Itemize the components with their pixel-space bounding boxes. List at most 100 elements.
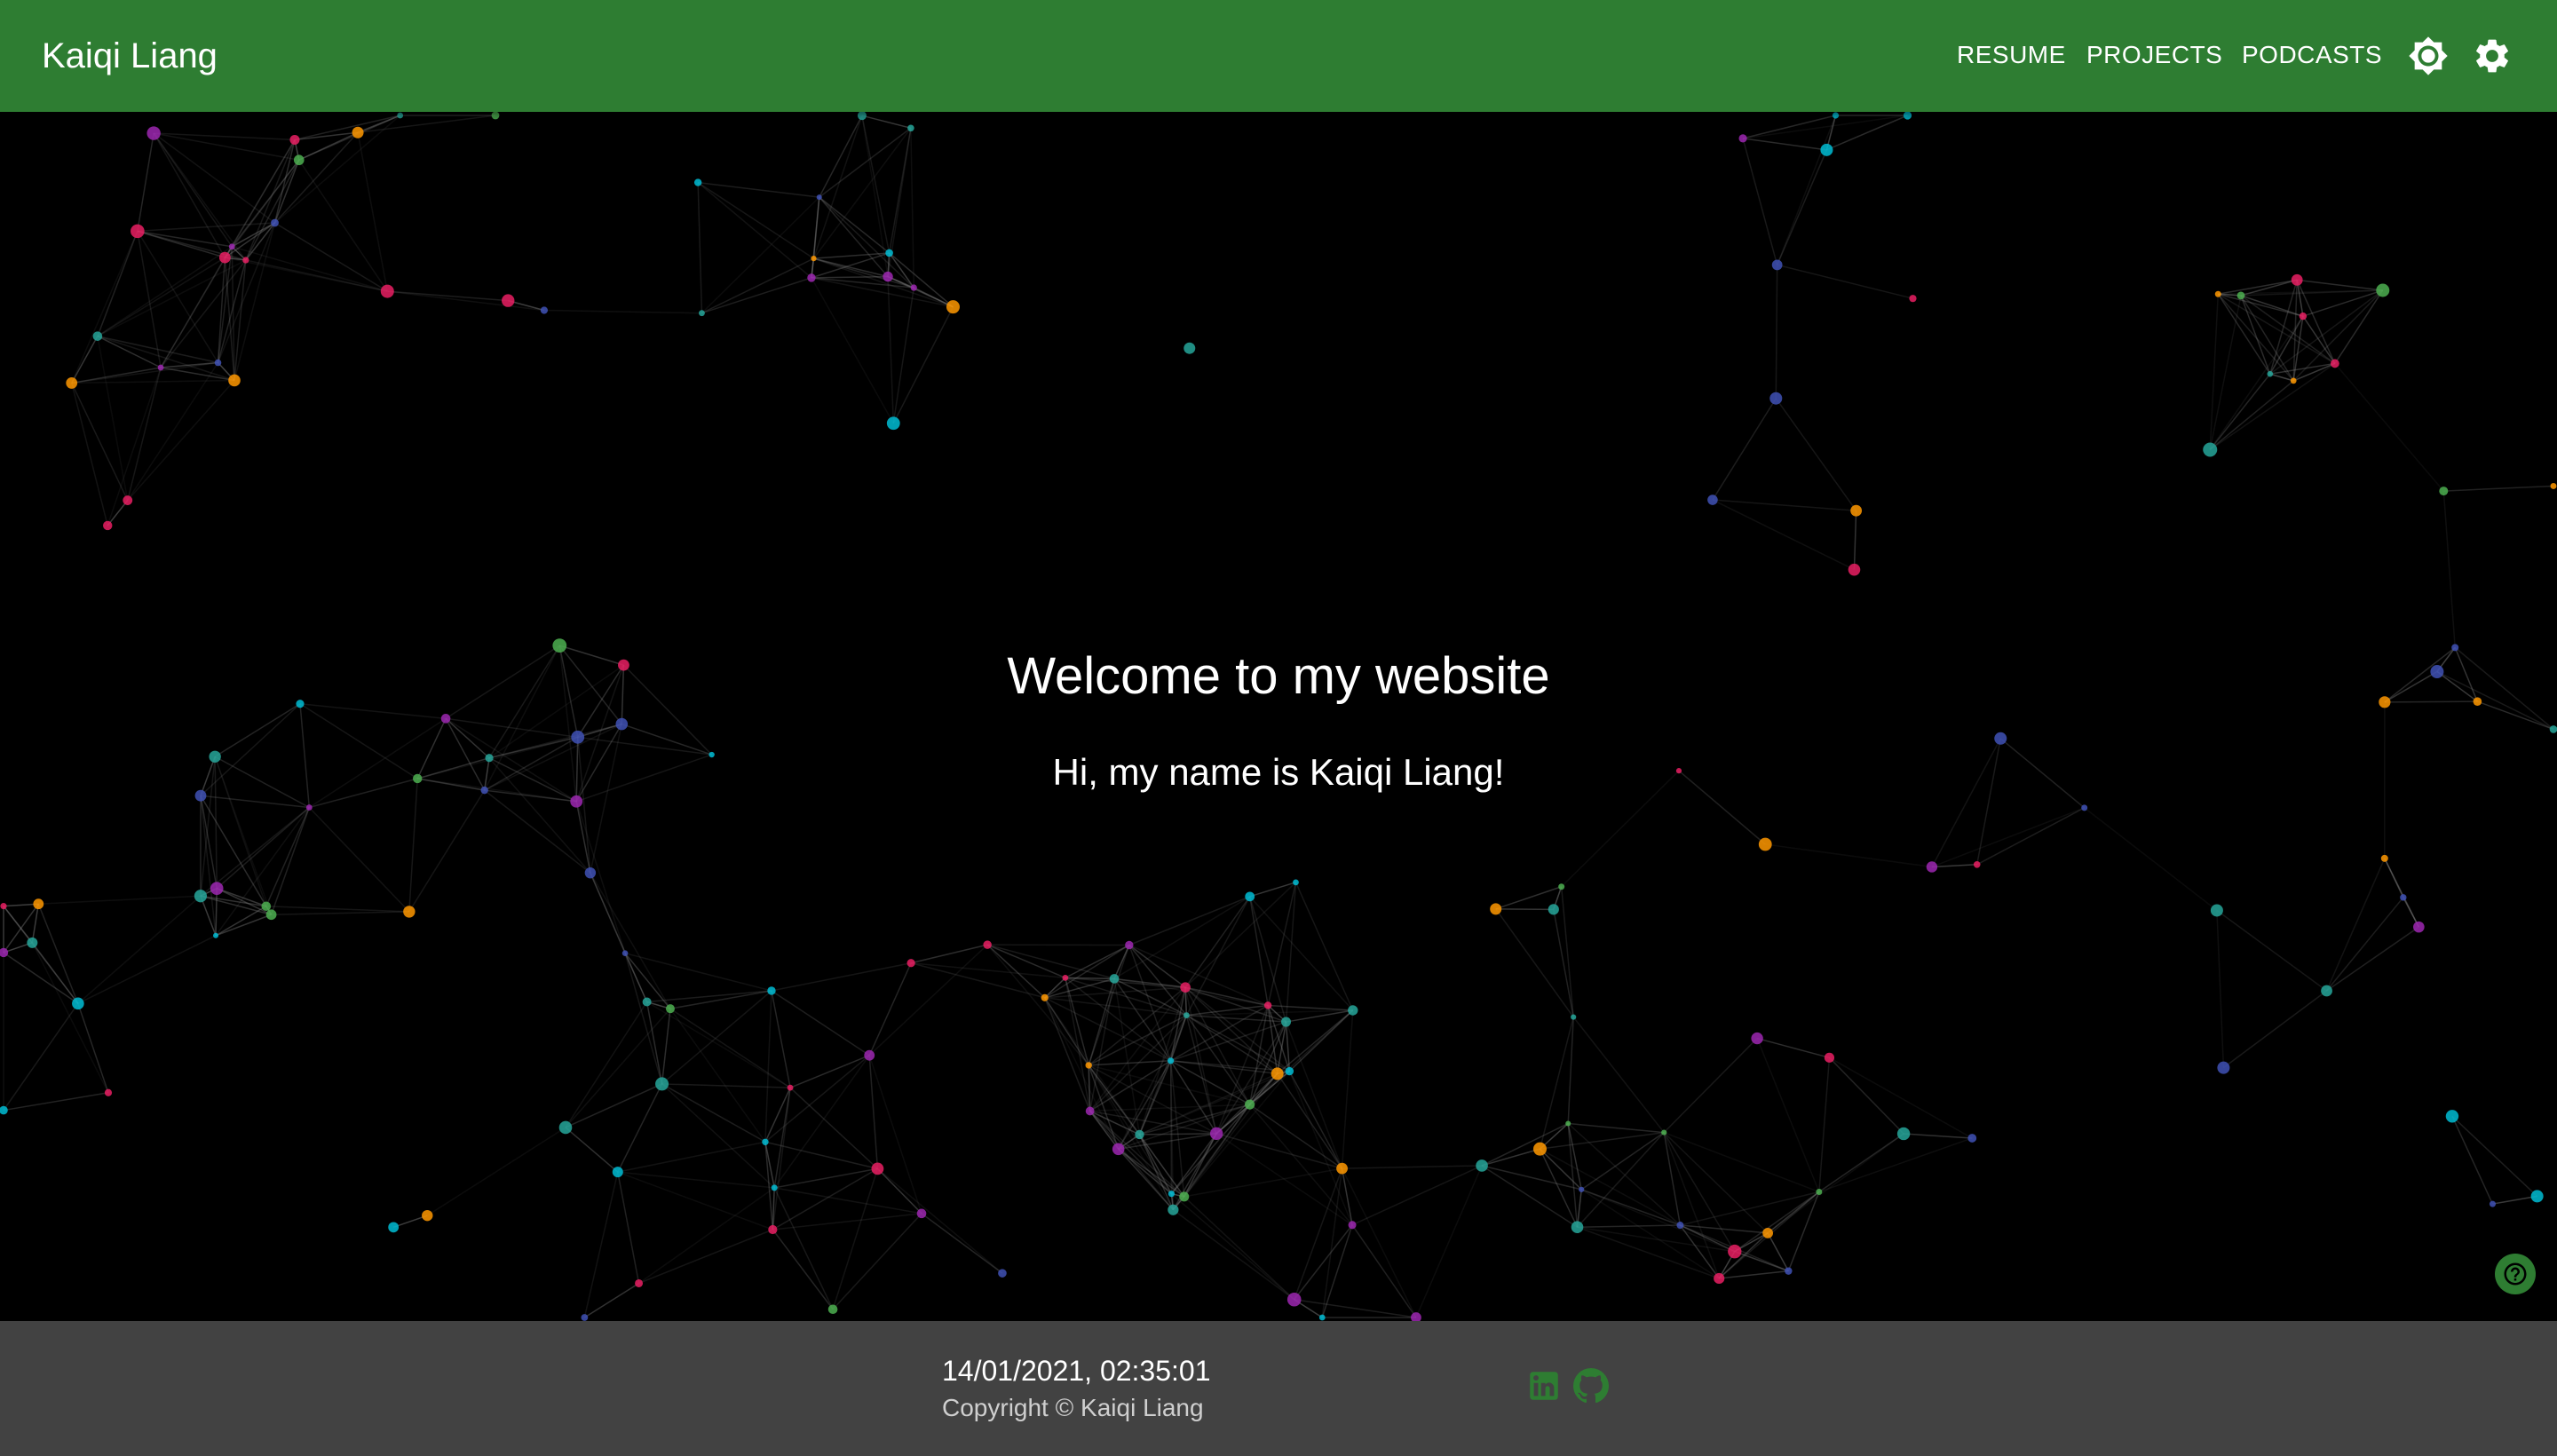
particle-node xyxy=(571,730,585,744)
nav-resume[interactable]: RESUME xyxy=(1957,36,2066,75)
particle-link xyxy=(1294,882,1354,1011)
particle-link xyxy=(1169,1060,1217,1135)
particle-link xyxy=(97,231,139,336)
particle-link xyxy=(624,953,663,1085)
particle-link xyxy=(1577,1226,1735,1253)
particle-link xyxy=(1576,1132,1665,1228)
particle-node xyxy=(642,997,652,1007)
particle-node xyxy=(1661,1129,1667,1136)
particle-node xyxy=(2214,290,2221,297)
particle-link xyxy=(1415,1165,1483,1318)
theme-toggle-button[interactable] xyxy=(2403,31,2453,81)
particle-node xyxy=(214,359,222,367)
particle-link xyxy=(617,1141,766,1173)
particle-node xyxy=(540,306,549,314)
particle-link xyxy=(1321,1224,1353,1318)
particle-node xyxy=(1771,259,1783,271)
particle-node xyxy=(1769,392,1783,405)
github-link[interactable] xyxy=(1569,1364,1613,1408)
particle-node xyxy=(2530,1190,2544,1203)
particle-link xyxy=(861,115,891,254)
particle-node xyxy=(581,1314,589,1321)
particle-node xyxy=(762,1138,769,1145)
particle-node xyxy=(787,1084,794,1091)
particle-node xyxy=(2330,359,2339,368)
particle-link xyxy=(215,888,218,936)
particle-link xyxy=(669,990,772,1009)
particle-node xyxy=(2203,442,2218,457)
particle-link xyxy=(1065,977,1115,980)
particle-node xyxy=(1135,1129,1144,1140)
linkedin-link[interactable] xyxy=(1522,1364,1566,1408)
particle-node xyxy=(242,257,249,264)
particle-link xyxy=(986,944,1089,1066)
particle-link xyxy=(37,903,79,1004)
particle-node xyxy=(1896,1127,1911,1141)
particle-link xyxy=(3,906,33,944)
particle-node xyxy=(1909,295,1917,303)
particle-link xyxy=(3,1002,79,1111)
particle-node xyxy=(1085,1062,1092,1069)
particle-link xyxy=(1138,1134,1185,1198)
particle-link xyxy=(2492,1195,2537,1205)
particle-link xyxy=(1712,499,1856,511)
nav-podcasts[interactable]: PODCASTS xyxy=(2242,36,2382,75)
particle-link xyxy=(2297,279,2383,291)
particle-link xyxy=(31,904,40,943)
help-button[interactable] xyxy=(2495,1254,2536,1294)
particle-node xyxy=(228,374,241,387)
particle-node xyxy=(2400,894,2407,901)
particle-link xyxy=(1553,909,1574,1017)
particle-node xyxy=(293,154,305,166)
particle-node xyxy=(1532,1142,1547,1156)
particle-link xyxy=(1248,1021,1287,1105)
site-title[interactable]: Kaiqi Liang xyxy=(42,34,218,78)
particle-link xyxy=(701,257,814,314)
particle-node xyxy=(210,882,224,895)
particle-link xyxy=(273,159,300,224)
particle-link xyxy=(868,1055,879,1169)
particle-node xyxy=(1293,879,1299,886)
particle-link xyxy=(638,1229,773,1285)
help-icon xyxy=(2504,1262,2527,1286)
particle-link xyxy=(1775,398,1857,511)
particle-link xyxy=(1184,1196,1295,1301)
particle-node xyxy=(403,906,416,918)
particle-link xyxy=(889,252,954,308)
particle-node xyxy=(1816,1189,1823,1196)
particle-link xyxy=(77,895,202,1004)
particle-link xyxy=(357,132,389,292)
particle-node xyxy=(767,986,776,995)
particle-node xyxy=(491,112,500,120)
particle-link xyxy=(71,383,129,501)
settings-button[interactable] xyxy=(2467,31,2517,81)
particle-link xyxy=(1341,1168,1353,1225)
particle-link xyxy=(661,1009,671,1085)
particle-link xyxy=(408,789,486,913)
particle-link xyxy=(1818,1057,1831,1192)
particle-link xyxy=(887,276,895,423)
particle-link xyxy=(1113,896,1251,980)
particle-link xyxy=(811,277,894,424)
particle-link xyxy=(2302,315,2336,364)
particle-link xyxy=(868,962,912,1056)
particle-link xyxy=(771,990,791,1088)
particle-link xyxy=(819,196,891,254)
particle-link xyxy=(1568,1122,1665,1134)
particle-node xyxy=(440,714,451,724)
particle-link xyxy=(265,906,409,913)
particle-node xyxy=(907,124,914,132)
particle-link xyxy=(274,222,388,292)
particle-node xyxy=(2217,1061,2230,1074)
particle-link xyxy=(1828,1056,1904,1135)
particle-node xyxy=(1714,1272,1725,1285)
nav-projects[interactable]: PROJECTS xyxy=(2086,36,2222,75)
particle-link xyxy=(38,895,201,905)
particle-node xyxy=(271,218,279,227)
particle-node xyxy=(261,901,272,912)
particle-link xyxy=(1577,1226,1720,1279)
particle-node xyxy=(1967,1134,1977,1143)
particle-link xyxy=(1853,510,1857,570)
particle-link xyxy=(638,1187,775,1285)
particle-link xyxy=(1128,945,1187,1017)
